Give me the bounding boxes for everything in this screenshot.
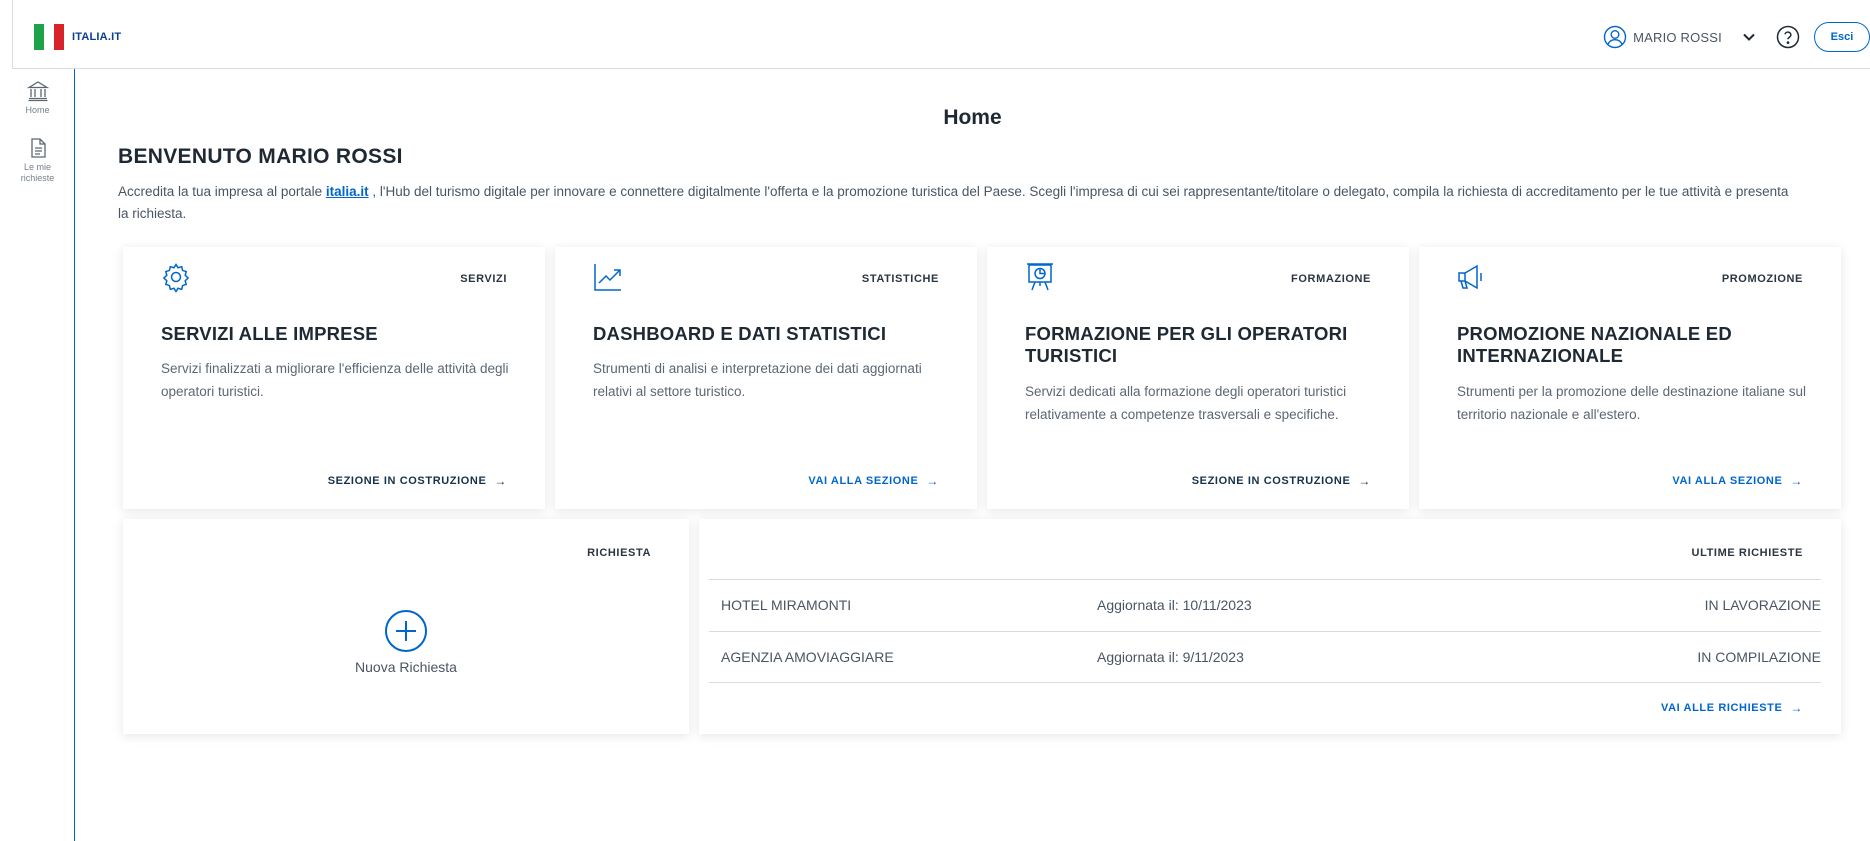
brand-name: ITALIA.IT: [72, 31, 122, 43]
card-richiesta: RICHIESTA Nuova Richiesta: [123, 519, 689, 734]
intro-text: Accredita la tua impresa al portale ital…: [118, 184, 1789, 221]
card-tag: SERVIZI: [460, 273, 507, 285]
request-name: HOTEL MIRAMONTI: [721, 597, 852, 613]
italy-flag-icon: [34, 24, 64, 50]
card-tag: PROMOZIONE: [1721, 273, 1803, 285]
megaphone-icon: [1458, 264, 1482, 290]
arrow-right-icon: →: [1790, 701, 1803, 715]
sidebar-item-requests[interactable]: Le mie richieste: [0, 136, 75, 184]
card-title: PROMOZIONE NAZIONALE ED INTERNAZIONALE: [1457, 323, 1732, 366]
divider: [709, 682, 1821, 683]
request-updated: Aggiornata il: 9/11/2023: [1097, 649, 1244, 665]
help-circle-icon[interactable]: [1776, 25, 1800, 49]
card-tag: RICHIESTA: [587, 547, 651, 559]
user-area: MARIO ROSSI Esci: [1603, 22, 1870, 52]
request-updated: Aggiornata il: 10/11/2023: [1097, 597, 1252, 613]
card-tag: STATISTICHE: [861, 273, 939, 285]
sidebar-item-label: Le mie richieste: [20, 162, 55, 183]
table-row[interactable]: HOTEL MIRAMONTI Aggiornata il: 10/11/202…: [709, 579, 1821, 630]
sidebar-item-label: Home: [25, 105, 50, 115]
arrow-right-icon: →: [1790, 474, 1803, 488]
chart-trend-icon: [594, 264, 621, 291]
new-request-button[interactable]: Nuova Richiesta: [123, 609, 689, 675]
welcome-heading: BENVENUTO MARIO ROSSI: [118, 145, 403, 168]
brand-logo[interactable]: ITALIA.IT: [34, 24, 121, 50]
all-requests-link[interactable]: VAI ALLE RICHIESTE →: [1661, 701, 1803, 715]
card-link-formazione[interactable]: SEZIONE IN COSTRUZIONE →: [1192, 474, 1371, 488]
italia-it-link[interactable]: italia.it: [326, 184, 369, 199]
card-description: Servizi finalizzati a migliorare l'effic…: [161, 361, 509, 399]
presentation-icon: [1027, 263, 1053, 291]
card-link-promozione[interactable]: VAI ALLA SEZIONE →: [1672, 474, 1803, 488]
chevron-down-icon[interactable]: [1742, 30, 1756, 44]
card-description: Servizi dedicati alla formazione degli o…: [1025, 384, 1347, 422]
request-status: IN LAVORAZIONE: [1704, 597, 1821, 613]
table-row[interactable]: AGENZIA AMOVIAGGIARE Aggiornata il: 9/11…: [709, 631, 1821, 682]
user-circle-icon[interactable]: [1603, 25, 1627, 49]
card-title: SERVIZI ALLE IMPRESE: [161, 323, 378, 344]
card-tag: ULTIME RICHIESTE: [1691, 547, 1803, 559]
request-status: IN COMPILAZIONE: [1697, 649, 1821, 665]
card-description: Strumenti per la promozione delle destin…: [1457, 384, 1806, 422]
document-icon: [30, 138, 46, 158]
request-name: AGENZIA AMOVIAGGIARE: [721, 649, 894, 665]
page-title: Home: [943, 106, 1002, 129]
card-link-servizi[interactable]: SEZIONE IN COSTRUZIONE →: [328, 474, 507, 488]
card-title: DASHBOARD E DATI STATISTICI: [593, 323, 887, 344]
card-servizi: SERVIZI SERVIZI ALLE IMPRESE Servizi fin…: [123, 247, 545, 509]
logout-button[interactable]: Esci: [1814, 22, 1870, 52]
card-title: FORMAZIONE PER GLI OPERATORI TURISTICI: [1025, 323, 1348, 366]
top-header: ITALIA.IT MARIO ROSSI Esci: [12, 0, 1870, 69]
gear-icon: [162, 263, 190, 293]
card-formazione: FORMAZIONE FORMAZIONE PER GLI OPERATORI …: [987, 247, 1409, 509]
sidebar: Home Le mie richieste: [0, 69, 75, 841]
arrow-right-icon: →: [494, 474, 507, 488]
plus-circle-icon: [385, 610, 427, 652]
bank-icon: [26, 81, 49, 102]
card-statistiche: STATISTICHE DASHBOARD E DATI STATISTICI …: [555, 247, 977, 509]
card-promozione: PROMOZIONE PROMOZIONE NAZIONALE ED INTER…: [1419, 247, 1841, 509]
card-link-statistiche[interactable]: VAI ALLA SEZIONE →: [808, 474, 939, 488]
sidebar-item-home[interactable]: Home: [0, 79, 75, 116]
arrow-right-icon: →: [1358, 474, 1371, 488]
new-request-label: Nuova Richiesta: [355, 659, 457, 675]
card-ultime-richieste: ULTIME RICHIESTE HOTEL MIRAMONTI Aggiorn…: [699, 519, 1841, 734]
user-name[interactable]: MARIO ROSSI: [1633, 30, 1722, 45]
arrow-right-icon: →: [926, 474, 939, 488]
card-description: Strumenti di analisi e interpretazione d…: [593, 361, 922, 399]
card-tag: FORMAZIONE: [1291, 273, 1371, 285]
